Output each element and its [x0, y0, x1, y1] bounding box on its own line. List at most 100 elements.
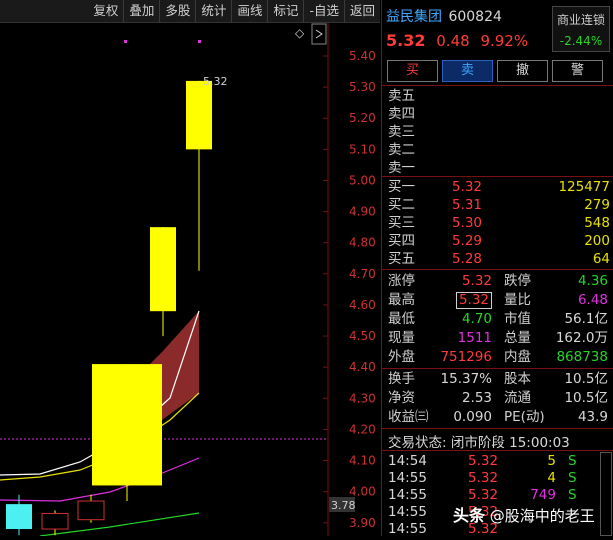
toolbar-button-5[interactable]: 标记	[267, 0, 303, 22]
price-tick-label: 5.30	[349, 80, 376, 94]
price-tick-label: 5.20	[349, 111, 376, 125]
stock-name[interactable]: 益民集团	[386, 9, 442, 25]
collapse-panel-icon	[311, 23, 327, 45]
stock-code: 600824	[448, 9, 502, 25]
tick-side: S	[568, 470, 577, 486]
tick-scrollbar[interactable]	[600, 452, 612, 536]
level-label: 买三	[388, 215, 415, 231]
divider	[382, 368, 613, 369]
sell-button[interactable]: 卖	[442, 60, 493, 82]
buy-level-row[interactable]: 买一 5.32 125477	[388, 179, 610, 196]
cancel-order-button[interactable]: 撤	[497, 60, 548, 82]
stat-pe: PE(动) 43.9	[504, 408, 608, 426]
trade-status: 交易状态: 闭市阶段 15:00:03	[388, 435, 570, 451]
level-volume: 64	[592, 251, 610, 267]
toolbar-button-7[interactable]: 返回	[343, 0, 380, 22]
tick-time: 14:55	[388, 470, 427, 486]
level-label: 卖四	[388, 106, 415, 122]
candle-body	[150, 227, 176, 312]
sell-level-row[interactable]: 卖一	[388, 160, 610, 177]
divider	[382, 428, 613, 429]
stat-label: 内盘	[504, 349, 531, 365]
stat-label: PE(动)	[504, 409, 545, 425]
toolbar-button-6[interactable]: -自选	[303, 0, 344, 22]
candle-body	[6, 504, 32, 530]
price-change-pct: 9.92%	[480, 32, 529, 50]
stat-label: 流通	[504, 390, 531, 406]
stat-eps: 收益㈢ 0.090	[388, 408, 492, 426]
buy-button[interactable]: 买	[387, 60, 438, 82]
stat-label: 市值	[504, 311, 531, 327]
tick-time: 14:55	[388, 504, 427, 520]
candle-body	[92, 364, 162, 486]
price-tick-label: 5.00	[349, 173, 376, 187]
buy-level-row[interactable]: 买五 5.28 64	[388, 251, 610, 268]
price-tick-label: 4.40	[349, 360, 376, 374]
level-price: 5.32	[451, 179, 482, 195]
stat-float: 流通 10.5亿	[504, 389, 608, 407]
tick-time: 14:55	[388, 487, 427, 503]
trade-buttons: 买 卖 撤 警	[387, 60, 603, 82]
price-tick-label: 4.30	[349, 391, 376, 405]
toolbar-button-2[interactable]: 多股	[159, 0, 195, 22]
stat-value: 162.0万	[555, 330, 608, 346]
sector-box[interactable]: 商业连锁 -2.44%	[552, 6, 610, 52]
stat-label: 涨停	[388, 273, 415, 289]
sell-level-row[interactable]: 卖三	[388, 124, 610, 141]
price-tick-label: 4.60	[349, 298, 376, 312]
stat-label: 跌停	[504, 273, 531, 289]
stat-value: 43.9	[577, 409, 608, 425]
divider	[382, 450, 613, 451]
price-tick-label: 4.80	[349, 236, 376, 250]
stat-label: 外盘	[388, 349, 415, 365]
stat-label: 股本	[504, 371, 531, 387]
candle-body	[41, 512, 69, 530]
sell-level-row[interactable]: 卖五	[388, 88, 610, 105]
toolbar-button-4[interactable]: 画线	[231, 0, 267, 22]
toolbar-button-0[interactable]: 复权	[88, 0, 123, 22]
price-tick-label: 3.90	[349, 516, 376, 530]
kline-chart[interactable]: 5.40 5.30 5.20 5.10 5.00 4.90 4.80 4.70 4.60 4.50…	[0, 0, 380, 537]
stat-turnover: 换手 15.37%	[388, 370, 492, 388]
signal-marker	[124, 40, 127, 43]
sell-level-row[interactable]: 卖二	[388, 142, 610, 159]
current-price: 5.32	[386, 31, 426, 50]
stat-label: 总量	[504, 330, 531, 346]
price-change: 0.48	[436, 32, 470, 50]
stat-high: 最高 5.32	[388, 291, 492, 309]
tick-volume: 5	[547, 453, 556, 469]
alert-button[interactable]: 警	[552, 60, 603, 82]
buy-level-row[interactable]: 买四 5.29 200	[388, 233, 610, 250]
watermark: 头条 @股海中的老王	[453, 502, 595, 526]
tick-time: 14:55	[388, 521, 427, 537]
sector-name: 商业连锁	[556, 13, 605, 27]
stat-low: 最低 4.70	[388, 310, 492, 328]
level-price: 5.31	[451, 197, 482, 213]
buy-level-row[interactable]: 买二 5.31 279	[388, 197, 610, 214]
stat-value: 15.37%	[440, 371, 492, 387]
stat-value: 10.5亿	[564, 371, 608, 387]
stat-net-asset: 净资 2.53	[388, 389, 492, 407]
stat-value: 56.1亿	[564, 311, 608, 327]
buy-level-row[interactable]: 买三 5.30 548	[388, 215, 610, 232]
stat-value: 10.5亿	[564, 390, 608, 406]
divider	[382, 269, 613, 270]
quote-panel: 益民集团 600824 5.32 0.48 9.92% 商业连锁 -2.44% …	[381, 0, 613, 537]
level-volume: 125477	[558, 179, 610, 195]
level-label: 买二	[388, 197, 415, 213]
level-volume: 279	[584, 197, 610, 213]
stat-label: 量比	[504, 292, 531, 308]
stat-label: 净资	[388, 390, 415, 406]
toolbar-button-3[interactable]: 统计	[195, 0, 231, 22]
stat-label: 最高	[388, 292, 415, 308]
candle-body	[186, 80, 212, 150]
price-tick-label: 4.00	[349, 485, 376, 499]
stat-value: 5.32	[455, 292, 492, 309]
kline-svg[interactable]: 5.40 5.30 5.20 5.10 5.00 4.90 4.80 4.70 4.60 4.50…	[0, 0, 380, 537]
toolbar-button-1[interactable]: 叠加	[123, 0, 159, 22]
last-price-tag-text: 3.78	[331, 499, 356, 512]
stat-mkt-cap: 市值 56.1亿	[504, 310, 608, 328]
sell-level-row[interactable]: 卖四	[388, 106, 610, 123]
stat-value: 5.32	[461, 273, 492, 289]
price-tick-label: 5.10	[349, 142, 376, 156]
